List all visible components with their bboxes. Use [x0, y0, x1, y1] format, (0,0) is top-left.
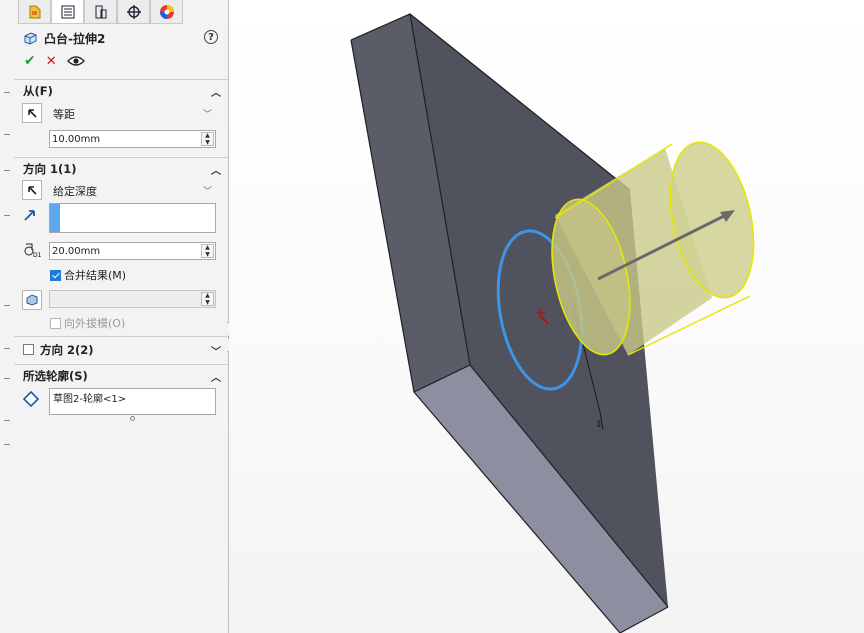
- depth-row: D1: [22, 242, 42, 258]
- depth-d1-icon: D1: [24, 243, 42, 258]
- feature-title: 凸台-拉伸2: [44, 31, 106, 46]
- selection-highlight: [50, 204, 60, 232]
- merge-result-label: 合并结果(M): [64, 269, 127, 282]
- draft-outward-row: 向外拔模(O): [50, 315, 125, 331]
- chevron-down-icon: ﹀: [202, 110, 212, 120]
- resize-grip[interactable]: [130, 416, 135, 421]
- selected-contours-header[interactable]: 所选轮廓(S) ︿: [14, 364, 228, 386]
- tab-configuration-manager[interactable]: [84, 0, 117, 24]
- direction-vector-row: [22, 207, 40, 223]
- reverse-direction-icon[interactable]: [22, 180, 42, 200]
- svg-text:⇕: ⇕: [595, 420, 603, 430]
- selected-contours-list[interactable]: 草图2-轮廓<1>: [49, 388, 216, 415]
- direction-vector-field[interactable]: [49, 203, 216, 233]
- start-condition-select[interactable]: 等距 ﹀: [49, 104, 216, 123]
- direction2-section-label: 方向 2(2): [40, 342, 94, 357]
- draft-angle-input: ▲ ▼: [49, 290, 216, 308]
- depth-value: 20.00mm: [52, 245, 101, 257]
- collapse-chevron-icon[interactable]: ︿: [211, 84, 221, 99]
- depth-spinner[interactable]: ▲ ▼: [201, 244, 214, 258]
- tab-feature-manager[interactable]: [18, 0, 51, 24]
- draft-row: [22, 290, 42, 310]
- property-list-icon: [61, 5, 74, 18]
- tab-property-manager[interactable]: [51, 0, 84, 24]
- expand-chevron-icon[interactable]: ﹀: [211, 343, 221, 358]
- feature-tree-icon: [29, 5, 40, 18]
- draft-outward-checkbox: [50, 317, 61, 329]
- config-icon: [95, 5, 106, 18]
- end-condition-value: 给定深度: [53, 184, 97, 198]
- direction2-checkbox[interactable]: [23, 344, 34, 355]
- direction-arrow-icon: [24, 210, 35, 221]
- from-section-header[interactable]: 从(F) ︿: [14, 79, 228, 101]
- contour-list-item[interactable]: 草图2-轮廓<1>: [50, 389, 215, 406]
- manager-tabs: [18, 0, 183, 24]
- svg-text:D1: D1: [33, 252, 42, 258]
- contour-diamond-icon: [22, 390, 40, 408]
- property-manager-panel: 凸台-拉伸2 ? ✔ ✕ 从(F) ︿ 等距 ﹀ 10.00mm ▲ ▼ 方向 1…: [0, 0, 235, 633]
- chevron-down-icon: ﹀: [202, 187, 212, 197]
- direction1-section-header[interactable]: 方向 1(1) ︿: [14, 157, 228, 179]
- collapse-chevron-icon[interactable]: ︿: [211, 162, 221, 177]
- selected-contours-section: 所选轮廓(S) ︿: [14, 364, 228, 386]
- merge-result-row: 合并结果(M): [50, 267, 126, 283]
- appearance-icon: [159, 4, 174, 19]
- draft-toggle-icon[interactable]: [22, 290, 42, 310]
- cancel-button[interactable]: ✕: [46, 54, 57, 69]
- feature-header: 凸台-拉伸2 ?: [22, 29, 222, 47]
- preview-eye-icon[interactable]: [66, 55, 85, 67]
- direction1-section: 方向 1(1) ︿: [14, 157, 228, 179]
- tab-display-manager[interactable]: [150, 0, 183, 24]
- panel-edge-ruler: [0, 0, 14, 633]
- selected-contours-label: 所选轮廓(S): [23, 368, 88, 383]
- merge-result-checkbox[interactable]: [50, 269, 61, 281]
- collapse-chevron-icon[interactable]: ︿: [211, 369, 221, 384]
- draft-angle-spinner: ▲ ▼: [201, 292, 214, 306]
- crosshair-icon: [126, 4, 141, 19]
- depth-input[interactable]: 20.00mm ▲ ▼: [49, 242, 216, 260]
- contour-icon-row: [22, 390, 40, 408]
- offset-spinner[interactable]: ▲ ▼: [201, 132, 214, 146]
- ok-button[interactable]: ✔: [24, 53, 36, 69]
- draft-outward-label: 向外拔模(O): [64, 317, 126, 330]
- offset-distance-input[interactable]: 10.00mm ▲ ▼: [49, 130, 216, 148]
- start-condition-row: [22, 103, 42, 123]
- from-section-label: 从(F): [23, 83, 53, 98]
- end-condition-row: [22, 180, 42, 200]
- help-icon[interactable]: ?: [204, 30, 218, 44]
- tab-dimxpert-manager[interactable]: [117, 0, 150, 24]
- extrude-boss-icon: [24, 32, 37, 45]
- action-buttons: ✔ ✕: [24, 53, 85, 69]
- start-condition-value: 等距: [53, 107, 75, 121]
- offset-distance-value: 10.00mm: [52, 133, 101, 145]
- direction2-section-header[interactable]: 方向 2(2) ﹀: [14, 336, 228, 362]
- direction2-section: 方向 2(2) ﹀: [14, 336, 228, 362]
- end-condition-select[interactable]: 给定深度 ﹀: [49, 181, 216, 200]
- reverse-direction-icon[interactable]: [22, 103, 42, 123]
- from-section: 从(F) ︿: [14, 79, 228, 101]
- model-canvas[interactable]: ⇕: [229, 0, 864, 633]
- direction1-section-label: 方向 1(1): [23, 161, 77, 176]
- graphics-viewport[interactable]: ⇕: [229, 0, 864, 633]
